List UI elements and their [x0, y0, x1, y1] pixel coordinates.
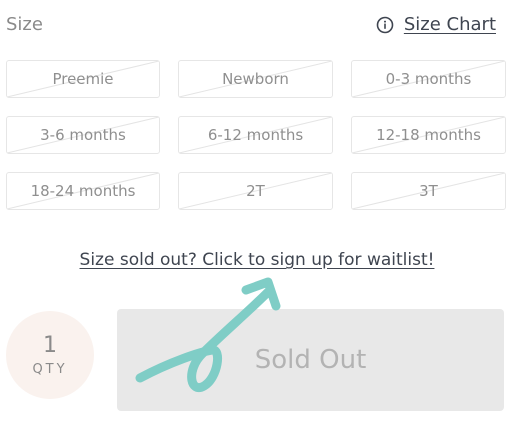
size-option-18-24-months[interactable]: 18-24 months: [6, 172, 160, 210]
quantity-selector[interactable]: 1 QTY: [6, 311, 94, 399]
hand-drawn-arrow-icon: [135, 277, 281, 392]
size-option-6-12-months[interactable]: 6-12 months: [178, 116, 333, 154]
quantity-label: QTY: [32, 361, 68, 377]
size-option-12-18-months[interactable]: 12-18 months: [351, 116, 506, 154]
size-option-newborn[interactable]: Newborn: [178, 60, 333, 98]
size-chart-label[interactable]: Size Chart: [404, 14, 496, 35]
size-option-label: 3T: [419, 182, 438, 200]
size-option-2t[interactable]: 2T: [178, 172, 333, 210]
info-circle-icon: [376, 16, 394, 33]
size-label: Size: [6, 14, 43, 35]
size-option-preemie[interactable]: Preemie: [6, 60, 160, 98]
size-option-0-3-months[interactable]: 0-3 months: [351, 60, 506, 98]
quantity-value: 1: [43, 332, 57, 358]
waitlist-link[interactable]: Size sold out? Click to sign up for wait…: [0, 250, 514, 270]
size-option-label: Preemie: [52, 70, 114, 88]
size-option-label: 18-24 months: [30, 182, 136, 200]
size-option-label: 6-12 months: [207, 126, 304, 144]
size-option-label: 3-6 months: [40, 126, 126, 144]
size-option-label: 12-18 months: [376, 126, 481, 144]
size-option-label: 0-3 months: [385, 70, 472, 88]
size-option-3-6-months[interactable]: 3-6 months: [6, 116, 160, 154]
size-options: Preemie Newborn 0-3 months 3-6 months 6-…: [6, 60, 506, 210]
size-option-label: 2T: [246, 182, 265, 200]
size-option-3t[interactable]: 3T: [351, 172, 506, 210]
size-option-label: Newborn: [222, 70, 289, 88]
size-chart-link[interactable]: Size Chart: [376, 14, 496, 35]
